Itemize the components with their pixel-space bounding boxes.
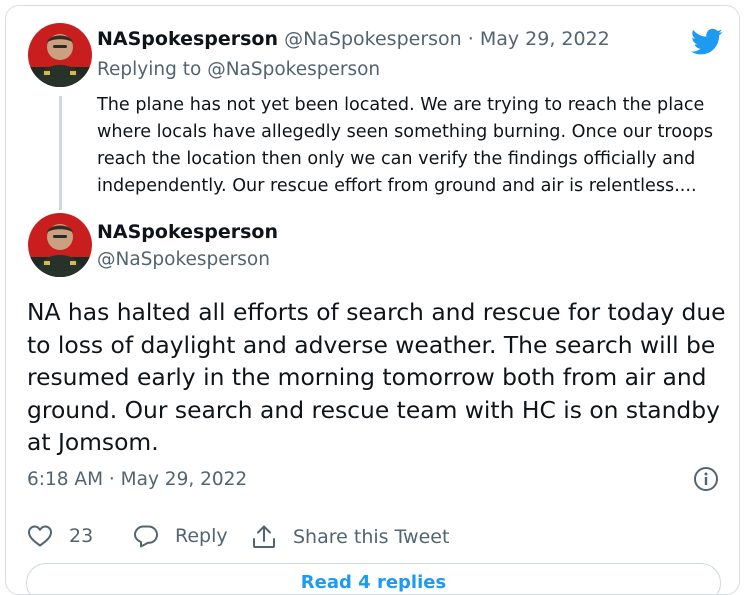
- replying-to-line: Replying to @NaSpokesperson: [97, 59, 380, 80]
- tweet2-display-name[interactable]: NASpokesperson: [97, 221, 278, 243]
- tweet1-date[interactable]: May 29, 2022: [480, 28, 610, 50]
- tweet2-text: NA has halted all efforts of search and …: [27, 298, 726, 456]
- tweet1-separator: ·: [461, 28, 480, 50]
- reply-bubble-icon: [134, 525, 158, 548]
- info-icon[interactable]: [693, 466, 719, 492]
- tweet-embed-card: NASpokesperson @NaSpokesperson · May 29,…: [5, 5, 740, 595]
- share-icon: [253, 525, 275, 548]
- avatar[interactable]: [28, 23, 92, 87]
- like-button[interactable]: 23: [27, 524, 93, 548]
- like-count: 23: [69, 525, 94, 547]
- read-replies-button[interactable]: Read 4 replies: [26, 563, 721, 594]
- avatar[interactable]: [28, 213, 92, 277]
- share-label: Share this Tweet: [293, 526, 450, 548]
- replying-to-handle[interactable]: @NaSpokesperson: [207, 59, 380, 80]
- replying-to-prefix: Replying to: [97, 59, 208, 80]
- heart-icon: [28, 525, 52, 547]
- reply-button[interactable]: Reply: [133, 524, 228, 548]
- tweet2-handle[interactable]: @NaSpokesperson: [97, 249, 270, 270]
- tweet1-header: NASpokesperson @NaSpokesperson · May 29,…: [97, 28, 610, 50]
- twitter-bird-icon[interactable]: [691, 28, 723, 56]
- reply-label: Reply: [175, 525, 228, 547]
- share-button[interactable]: Share this Tweet: [251, 524, 449, 550]
- tweet1-text: The plane has not yet been located. We a…: [97, 95, 714, 196]
- tweet2-timestamp[interactable]: 6:18 AM · May 29, 2022: [27, 469, 247, 490]
- tweet1-display-name[interactable]: NASpokesperson: [97, 28, 278, 50]
- thread-connector-line: [59, 96, 62, 210]
- tweet1-handle[interactable]: @NaSpokesperson: [284, 28, 462, 50]
